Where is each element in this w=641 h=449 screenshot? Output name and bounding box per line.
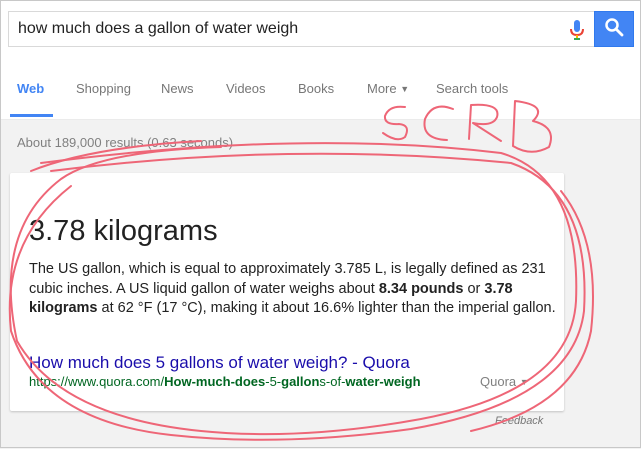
chevron-down-icon: ▼ [519, 377, 529, 387]
result-source-label: Quora [480, 374, 517, 389]
url-bold-part: How-much-does [164, 374, 266, 389]
answer-or: or [463, 280, 485, 297]
search-header: how much does a gallon of water weigh We… [1, 1, 640, 120]
result-source[interactable]: Quora ▼ [480, 374, 529, 389]
search-icon [604, 17, 624, 42]
tab-videos[interactable]: Videos [226, 81, 266, 96]
tab-web[interactable]: Web [17, 81, 44, 96]
url-part: s-of- [319, 374, 346, 389]
answer-description: The US gallon, which is equal to approxi… [29, 260, 559, 319]
tab-more-label: More [367, 81, 397, 96]
tab-news[interactable]: News [161, 81, 194, 96]
answer-pounds: 8.34 pounds [378, 280, 464, 297]
chevron-down-icon: ▼ [400, 84, 410, 94]
result-stats: About 189,000 results (0.63 seconds) [17, 135, 234, 150]
result-url[interactable]: https://www.quora.com/How-much-does-5-ga… [29, 374, 421, 389]
search-tabs: Web Shopping News Videos Books More ▼ Se… [1, 81, 640, 119]
url-part: https://www.quora.com/ [29, 374, 165, 389]
tab-shopping[interactable]: Shopping [76, 81, 131, 96]
url-part: -5- [265, 374, 282, 389]
microphone-icon[interactable] [569, 20, 585, 40]
answer-headline: 3.78 kilograms [29, 215, 218, 247]
feedback-link[interactable]: Feedback [495, 415, 543, 427]
answer-card: 3.78 kilograms The US gallon, which is e… [10, 173, 564, 411]
tab-books[interactable]: Books [298, 81, 334, 96]
search-input[interactable]: how much does a gallon of water weigh [8, 11, 594, 47]
active-tab-indicator [10, 114, 53, 117]
url-bold-part: gallon [281, 374, 320, 389]
answer-text-2: at 62 °F (17 °C), making it about 16.6% … [97, 300, 556, 316]
tab-search-tools[interactable]: Search tools [436, 81, 508, 96]
tab-more[interactable]: More ▼ [367, 81, 409, 96]
result-link-title[interactable]: How much does 5 gallons of water weigh? … [29, 353, 410, 373]
url-bold-part: water-weigh [345, 374, 421, 389]
search-button[interactable] [594, 11, 634, 47]
search-query[interactable]: how much does a gallon of water weigh [18, 20, 298, 38]
